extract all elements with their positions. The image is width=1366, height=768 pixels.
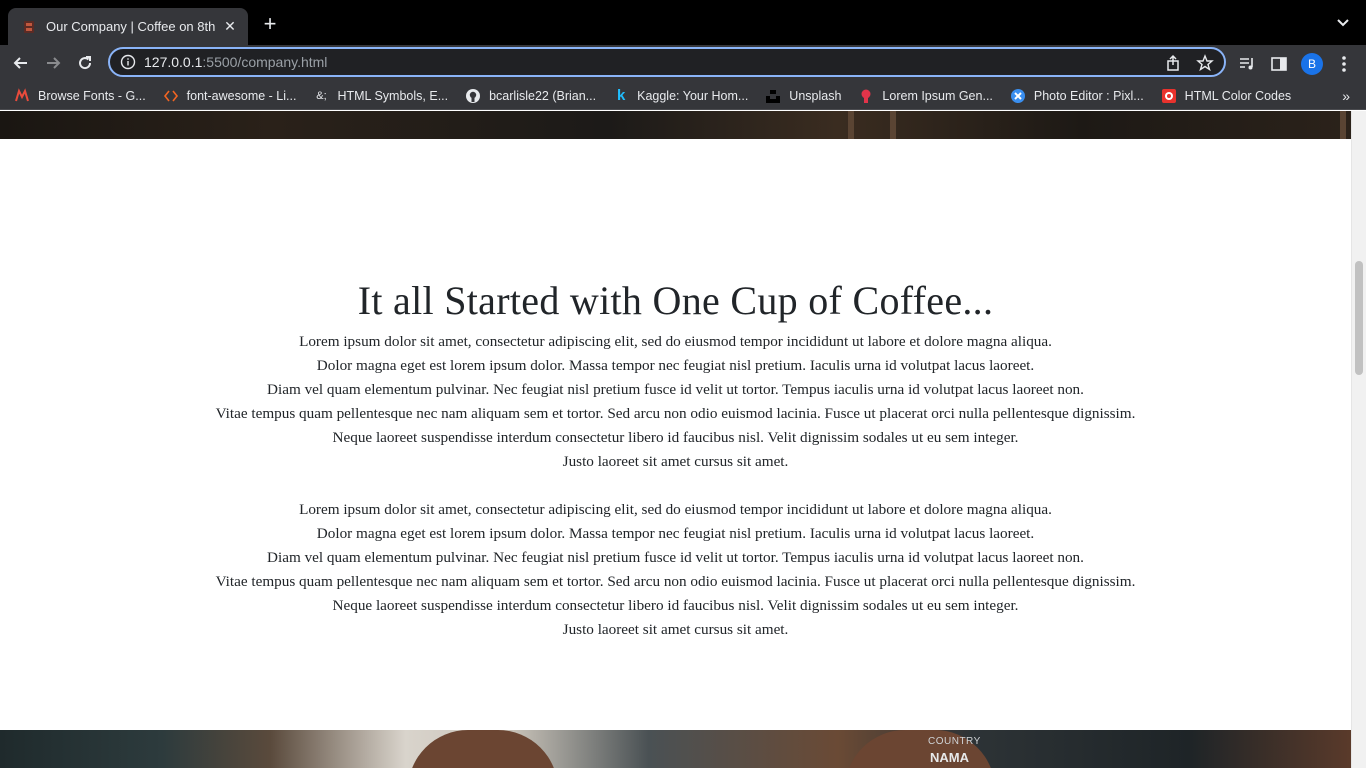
hero-detail (890, 111, 896, 139)
back-button[interactable] (8, 50, 34, 76)
site-info-icon[interactable] (120, 54, 136, 70)
bookmark-label: Browse Fonts - G... (38, 88, 146, 103)
bookmark-star-icon[interactable] (1196, 54, 1214, 72)
paragraph-line: Neque laoreet suspendisse interdum conse… (332, 429, 1019, 446)
paragraph-line: Lorem ipsum dolor sit amet, consectetur … (299, 333, 1052, 350)
paragraph-line: Dolor magna eget est lorem ipsum dolor. … (316, 525, 1035, 542)
lorem-icon (858, 88, 874, 104)
page-viewport: It all Started with One Cup of Coffee...… (0, 111, 1351, 768)
new-tab-button[interactable]: + (258, 12, 282, 36)
story-paragraph-1: Lorem ipsum dolor sit amet, consectetur … (0, 330, 1351, 474)
forward-button[interactable] (40, 50, 66, 76)
paragraph-line: Justo laoreet sit amet cursus sit amet. (562, 453, 789, 470)
ampersand-icon: &; (316, 89, 327, 102)
hero-detail (1340, 111, 1346, 139)
hero-detail (848, 111, 854, 139)
forward-arrow-icon (47, 57, 61, 69)
kebab-menu-icon (1342, 56, 1346, 72)
reload-button[interactable] (72, 50, 98, 76)
lamp-shade (408, 730, 558, 768)
bookmark-label: Lorem Ipsum Gen... (882, 88, 993, 103)
browser-tab[interactable]: Our Company | Coffee on 8th ✕ (8, 8, 248, 45)
bookmark-item[interactable]: k Kaggle: Your Hom... (613, 87, 749, 104)
paragraph-line: Vitae tempus quam pellentesque nec nam a… (215, 573, 1136, 590)
bookmark-label: HTML Color Codes (1184, 88, 1292, 103)
share-icon[interactable] (1164, 54, 1182, 72)
address-bar[interactable]: 127.0.0.1 :5500/company.html (108, 47, 1226, 77)
side-panel-icon (1271, 57, 1287, 71)
hero-image (0, 111, 1351, 139)
bookmark-item[interactable]: Photo Editor : Pixl... (1010, 88, 1144, 104)
cafe-photo: COUNTRY NAMA (0, 730, 1351, 768)
coffee-favicon-icon (24, 20, 34, 33)
browser-toolbar: 127.0.0.1 :5500/company.html B (0, 45, 1366, 82)
bookmark-item[interactable]: Lorem Ipsum Gen... (858, 88, 993, 104)
bookmark-item[interactable]: &; HTML Symbols, E... (313, 88, 448, 104)
bookmarks-bar: Browse Fonts - G... font-awesome - Li...… (0, 82, 1366, 110)
bookmark-label: font-awesome - Li... (186, 88, 297, 103)
reload-icon (79, 56, 92, 70)
paragraph-line: Diam vel quam elementum pulvinar. Nec fe… (267, 381, 1084, 398)
url-host: 127.0.0.1 (144, 54, 203, 70)
paragraph-line: Diam vel quam elementum pulvinar. Nec fe… (267, 549, 1084, 566)
bookmark-item[interactable]: bcarlisle22 (Brian... (465, 88, 596, 104)
code-icon (163, 88, 179, 104)
story-paragraph-2: Lorem ipsum dolor sit amet, consectetur … (0, 498, 1351, 642)
bookmark-label: Photo Editor : Pixl... (1033, 88, 1144, 103)
company-story-section: It all Started with One Cup of Coffee...… (0, 139, 1351, 642)
chevron-down-icon[interactable] (1334, 14, 1352, 32)
unsplash-icon (765, 88, 781, 104)
url-path: :5500/company.html (202, 54, 328, 70)
bookmark-item[interactable]: Unsplash (765, 88, 841, 104)
page-scrollbar[interactable] (1351, 111, 1366, 768)
tab-title: Our Company | Coffee on 8th (46, 19, 216, 34)
bookmark-item[interactable]: Browse Fonts - G... (14, 87, 146, 104)
profile-button[interactable]: B (1300, 51, 1324, 77)
bookmark-item[interactable]: font-awesome - Li... (163, 88, 297, 104)
bookmark-label: HTML Symbols, E... (337, 88, 449, 103)
paragraph-line: Vitae tempus quam pellentesque nec nam a… (215, 405, 1136, 422)
photo-sign-text: COUNTRY (928, 736, 981, 747)
paragraph-line: Justo laoreet sit amet cursus sit amet. (562, 621, 789, 638)
close-tab-icon[interactable]: ✕ (222, 18, 238, 35)
queue-music-icon (1240, 58, 1253, 70)
tab-strip: Our Company | Coffee on 8th ✕ + (0, 0, 1366, 45)
menu-button[interactable] (1334, 51, 1354, 77)
bookmark-label: bcarlisle22 (Brian... (489, 88, 597, 103)
photo-sign-text: NAMA (930, 750, 969, 765)
page-title: It all Started with One Cup of Coffee... (357, 278, 994, 323)
pixlr-icon (1010, 88, 1026, 104)
monotype-icon (14, 87, 30, 104)
side-panel-button[interactable] (1268, 51, 1290, 77)
bookmark-item[interactable]: HTML Color Codes (1161, 88, 1292, 104)
paragraph-line: Lorem ipsum dolor sit amet, consectetur … (299, 501, 1052, 518)
more-bookmarks-icon[interactable]: » (1342, 88, 1350, 104)
bookmark-label: Kaggle: Your Hom... (637, 88, 749, 103)
github-icon (465, 88, 481, 104)
avatar: B (1301, 53, 1323, 75)
scrollbar-thumb[interactable] (1355, 261, 1363, 375)
kaggle-icon: k (616, 87, 626, 104)
back-arrow-icon (13, 57, 27, 69)
color-codes-icon (1161, 88, 1177, 104)
paragraph-line: Neque laoreet suspendisse interdum conse… (332, 597, 1019, 614)
bookmark-label: Unsplash (789, 88, 842, 103)
media-controls-button[interactable] (1236, 51, 1258, 77)
paragraph-line: Dolor magna eget est lorem ipsum dolor. … (316, 357, 1035, 374)
